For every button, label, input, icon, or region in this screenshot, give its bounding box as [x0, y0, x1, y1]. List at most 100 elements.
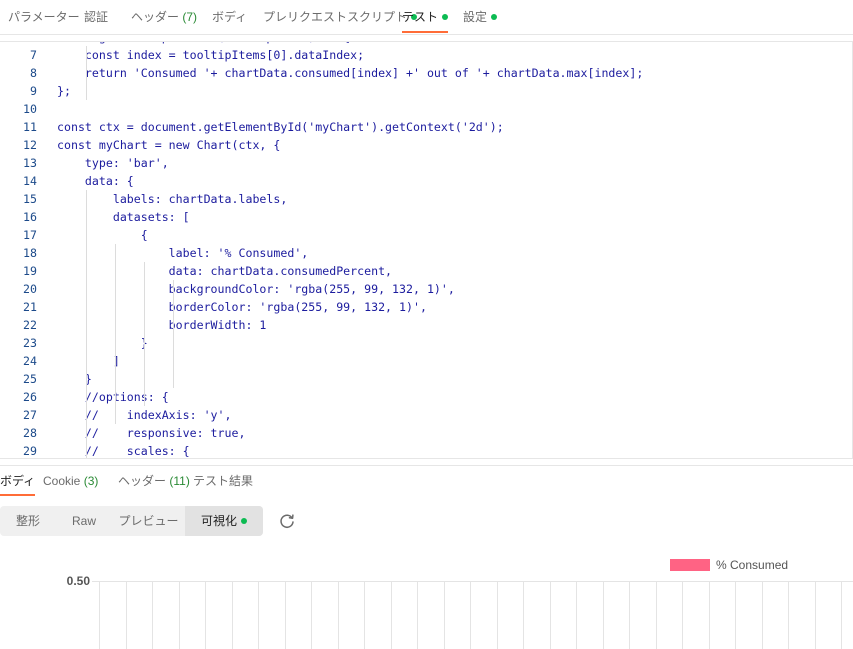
- view-mode-label: Raw: [71, 514, 96, 528]
- request-tab[interactable]: 設定: [463, 0, 498, 34]
- line-number: 10: [23, 102, 37, 116]
- response-view-mode: 整形 Raw プレビュー 可視化: [0, 506, 263, 536]
- line-number: 18: [23, 246, 37, 260]
- line-number: 9: [30, 84, 37, 98]
- code-line: 18 label: '% Consumed',: [0, 244, 852, 262]
- code-text: ]: [57, 354, 120, 368]
- response-tab[interactable]: テスト結果: [193, 466, 253, 496]
- line-number: 25: [23, 372, 37, 386]
- response-tabs: ボディ Cookie (3) ヘッダー (11) テスト結果: [0, 465, 853, 496]
- request-tab-label: 認証: [84, 10, 109, 24]
- code-line: 19 data: chartData.consumedPercent,: [0, 262, 852, 280]
- request-tab[interactable]: プレリクエストスクリプト: [263, 0, 418, 34]
- code-line: 29 // scales: {: [0, 442, 852, 458]
- request-tab-label: ボディ: [212, 10, 248, 24]
- code-text: backgroundColor: 'rgba(255, 99, 132, 1)'…: [57, 282, 455, 296]
- test-script-editor[interactable]: 6const getTooltipText = (tooltipItems) =…: [0, 41, 853, 459]
- request-tab-label: プレリクエストスクリプト: [263, 10, 408, 24]
- view-mode-button[interactable]: 整形: [0, 506, 56, 536]
- code-text: };: [57, 84, 71, 98]
- line-number: 22: [23, 318, 37, 332]
- refresh-icon[interactable]: [276, 511, 298, 533]
- indent-guide: [115, 244, 116, 424]
- response-tab[interactable]: ヘッダー (11): [118, 466, 190, 496]
- view-mode-button[interactable]: 可視化: [185, 506, 263, 536]
- indent-guide: [86, 46, 87, 100]
- code-line: 10: [0, 100, 852, 118]
- line-number: 29: [23, 444, 37, 458]
- response-tab-label: Cookie: [43, 474, 81, 488]
- line-number: 13: [23, 156, 37, 170]
- status-dot-icon: [241, 517, 247, 524]
- code-text: const myChart = new Chart(ctx, {: [57, 138, 281, 152]
- response-tab[interactable]: ボディ: [0, 466, 36, 496]
- code-text: type: 'bar',: [57, 156, 169, 170]
- code-line: 25 }: [0, 370, 852, 388]
- request-tab[interactable]: ボディ: [212, 0, 247, 34]
- response-tab-label: テスト結果: [193, 474, 254, 488]
- view-mode-label: プレビュー: [118, 514, 179, 528]
- code-text: data: chartData.consumedPercent,: [57, 264, 393, 278]
- request-tab-label: テスト: [402, 10, 439, 24]
- response-tab-count: (3): [83, 474, 99, 488]
- line-number: 16: [23, 210, 37, 224]
- visualization-chart: % Consumed 0.50: [0, 548, 853, 649]
- indent-guide: [144, 262, 145, 406]
- request-tab-label: 設定: [463, 10, 488, 24]
- line-number: 14: [23, 174, 37, 188]
- status-dot-icon: [442, 13, 449, 20]
- code-text: // scales: {: [57, 444, 190, 458]
- code-line: 27 // indexAxis: 'y',: [0, 406, 852, 424]
- request-tabs: パラメーター 認証 ヘッダー (7) ボディ プレリクエストスクリプト テスト 設定: [0, 0, 853, 35]
- line-number: 20: [23, 282, 37, 296]
- line-number: 24: [23, 354, 37, 368]
- code-line: 24 ]: [0, 352, 852, 370]
- request-tab-label: パラメーター: [8, 10, 80, 24]
- response-tab-label: ボディ: [0, 474, 36, 488]
- view-mode-label: 整形: [15, 514, 40, 528]
- request-tab-count: (7): [182, 10, 198, 24]
- code-text: data: {: [57, 174, 134, 188]
- line-number: 28: [23, 426, 37, 440]
- request-tab[interactable]: 認証: [84, 0, 108, 34]
- view-mode-button[interactable]: Raw: [56, 506, 112, 536]
- line-number: 21: [23, 300, 37, 314]
- request-tab[interactable]: パラメーター: [8, 0, 80, 34]
- view-mode-button[interactable]: プレビュー: [112, 506, 185, 536]
- line-number: 15: [23, 192, 37, 206]
- code-text: borderColor: 'rgba(255, 99, 132, 1)',: [57, 300, 427, 314]
- code-text: return 'Consumed '+ chartData.consumed[i…: [57, 66, 644, 80]
- code-text: //options: {: [57, 390, 169, 404]
- line-number: 8: [30, 66, 37, 80]
- code-line: 7 const index = tooltipItems[0].dataInde…: [0, 46, 852, 64]
- chart-canvas: [92, 581, 853, 649]
- code-line: 14 data: {: [0, 172, 852, 190]
- code-line: 22 borderWidth: 1: [0, 316, 852, 334]
- code-line: 8 return 'Consumed '+ chartData.consumed…: [0, 64, 852, 82]
- status-dot-icon: [491, 13, 498, 20]
- code-text: // indexAxis: 'y',: [57, 408, 232, 422]
- line-number: 12: [23, 138, 37, 152]
- code-line: 11 const ctx = document.getElementById('m…: [0, 118, 852, 136]
- code-text: labels: chartData.labels,: [57, 192, 288, 206]
- code-text: borderWidth: 1: [57, 318, 267, 332]
- code-line: 21 borderColor: 'rgba(255, 99, 132, 1)',: [0, 298, 852, 316]
- code-line: 23 }: [0, 334, 852, 352]
- code-text: const ctx = document.getElementById('myC…: [57, 120, 504, 134]
- line-number: 19: [23, 264, 37, 278]
- code-line: 28 // responsive: true,: [0, 424, 852, 442]
- code-text: label: '% Consumed',: [57, 246, 309, 260]
- line-number: 26: [23, 390, 37, 404]
- code-line: 12 const myChart = new Chart(ctx, {: [0, 136, 852, 154]
- indent-guide: [173, 280, 174, 388]
- code-text: }: [57, 336, 148, 350]
- code-line: 26 //options: {: [0, 388, 852, 406]
- response-tab[interactable]: Cookie (3): [43, 466, 98, 496]
- code-line: 13 type: 'bar',: [0, 154, 852, 172]
- line-number: 27: [23, 408, 37, 422]
- request-tab[interactable]: テスト: [402, 0, 449, 34]
- response-tab-label: ヘッダー: [118, 474, 167, 488]
- response-tab-count: (11): [169, 474, 190, 488]
- request-tab[interactable]: ヘッダー (7): [131, 0, 197, 34]
- code-text: const index = tooltipItems[0].dataIndex;: [57, 48, 365, 62]
